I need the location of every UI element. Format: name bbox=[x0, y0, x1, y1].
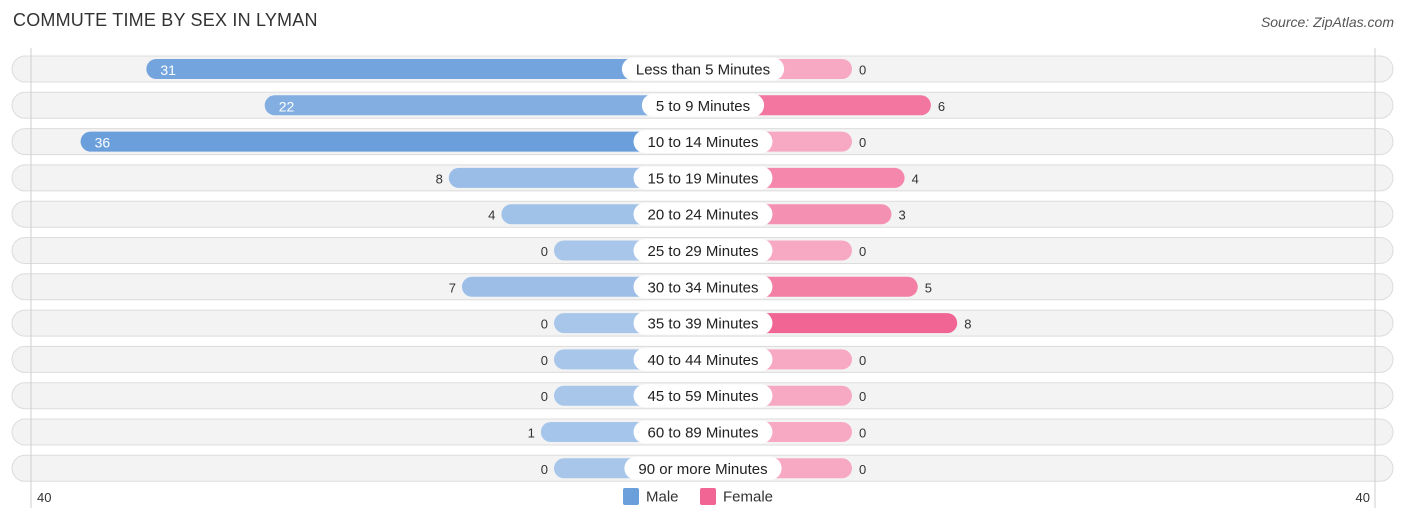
category-label: 35 to 39 Minutes bbox=[648, 316, 759, 333]
legend-swatch-male bbox=[623, 488, 639, 505]
legend-label-female: Female bbox=[723, 489, 773, 506]
category-label: 10 to 14 Minutes bbox=[648, 134, 759, 151]
category-label: 60 to 89 Minutes bbox=[648, 425, 759, 442]
value-label-female: 0 bbox=[859, 426, 866, 441]
chart-canvas: Less than 5 Minutes31 05 to 9 Minutes22 61… bbox=[11, 48, 1394, 508]
category-label: Less than 5 Minutes bbox=[636, 62, 770, 79]
chart-row: 5 to 9 Minutes 22 6 bbox=[11, 91, 1394, 119]
category-label: 25 to 29 Minutes bbox=[648, 243, 759, 260]
value-label-male: 0 bbox=[541, 389, 548, 404]
category-label: 40 to 44 Minutes bbox=[648, 352, 759, 369]
chart-row: 30 to 34 Minutes 7 5 bbox=[11, 273, 1394, 301]
category-label: 5 to 9 Minutes bbox=[656, 98, 750, 115]
chart-row: 10 to 14 Minutes 36 0 bbox=[11, 128, 1394, 156]
chart-row: 40 to 44 Minutes 0 0 bbox=[11, 345, 1394, 373]
value-label-female: 0 bbox=[859, 462, 866, 477]
value-label-male: 1 bbox=[528, 426, 535, 441]
value-label-male: 0 bbox=[541, 353, 548, 368]
value-label-male: 36 bbox=[95, 135, 111, 151]
value-label-female: 0 bbox=[859, 353, 866, 368]
value-label-male: 22 bbox=[279, 98, 295, 114]
value-label-female: 5 bbox=[925, 280, 932, 295]
value-label-male: 4 bbox=[488, 208, 495, 223]
value-label-female: 0 bbox=[859, 389, 866, 404]
value-label-male: 7 bbox=[449, 280, 456, 295]
chart-row: 20 to 24 Minutes 4 3 bbox=[11, 200, 1394, 228]
chart-row: 25 to 29 Minutes 0 0 bbox=[11, 237, 1394, 264]
value-label-male: 8 bbox=[436, 171, 443, 186]
chart-row: 60 to 89 Minutes 1 0 bbox=[11, 418, 1394, 446]
chart-row: 35 to 39 Minutes 0 8 bbox=[11, 309, 1394, 337]
legend-item-female[interactable]: Female bbox=[700, 488, 773, 506]
bar-male[interactable] bbox=[146, 59, 704, 79]
category-label: 45 to 59 Minutes bbox=[648, 388, 759, 405]
legend-swatch-female bbox=[700, 488, 716, 505]
value-label-female: 8 bbox=[964, 317, 971, 332]
axis-label-left: 40 bbox=[37, 490, 51, 505]
axis-label-right: 40 bbox=[1356, 490, 1370, 505]
value-label-female: 4 bbox=[912, 171, 919, 186]
legend: Male Female bbox=[623, 488, 773, 506]
legend-label-male: Male bbox=[646, 489, 679, 506]
value-label-male: 0 bbox=[541, 244, 548, 259]
value-label-female: 6 bbox=[938, 99, 945, 114]
category-label: 90 or more Minutes bbox=[638, 461, 767, 478]
chart-row: 15 to 19 Minutes 8 4 bbox=[11, 164, 1394, 192]
value-label-female: 3 bbox=[898, 208, 905, 223]
value-label-male: 31 bbox=[160, 62, 176, 78]
category-label: 15 to 19 Minutes bbox=[648, 170, 759, 187]
chart-row: Less than 5 Minutes 31 0 bbox=[11, 55, 1394, 83]
value-label-female: 0 bbox=[859, 63, 866, 78]
legend-item-male[interactable]: Male bbox=[623, 488, 679, 506]
chart-row: 45 to 59 Minutes 0 0 bbox=[11, 382, 1394, 410]
value-label-male: 0 bbox=[541, 462, 548, 477]
bar-male[interactable] bbox=[80, 131, 704, 152]
category-label: 30 to 34 Minutes bbox=[648, 279, 759, 296]
value-label-male: 0 bbox=[541, 317, 548, 332]
category-label: 20 to 24 Minutes bbox=[648, 207, 759, 224]
value-label-female: 0 bbox=[859, 135, 866, 150]
chart-row: 90 or more Minutes 0 0 bbox=[11, 454, 1394, 482]
value-label-female: 0 bbox=[859, 244, 866, 259]
bar-male[interactable] bbox=[264, 95, 703, 116]
